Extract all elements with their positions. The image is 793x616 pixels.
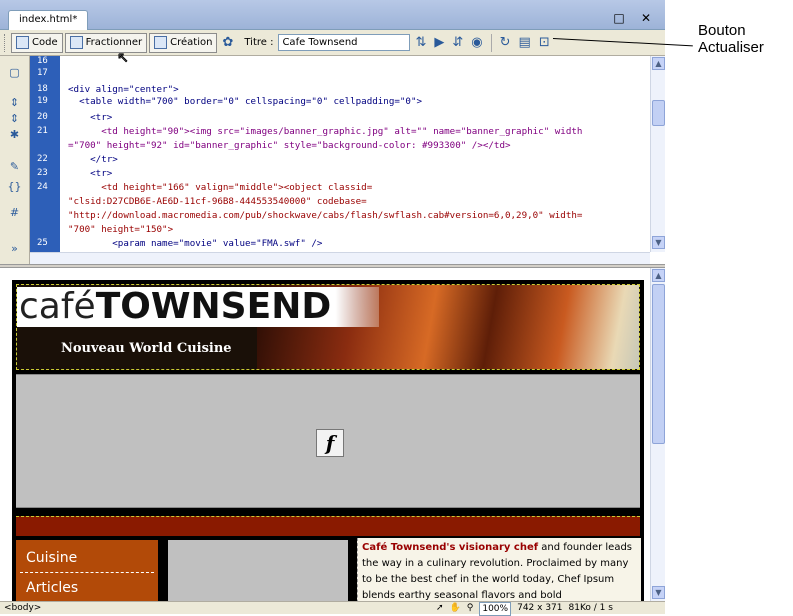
line-number: 17 [37, 68, 48, 78]
line-number: 21 [37, 126, 48, 136]
line-number: 25 [37, 238, 48, 248]
code-line: <td height="90"><img src="images/banner_… [68, 126, 583, 137]
code-line: <td height="166" valign="middle"><object… [68, 182, 373, 193]
code-view-button[interactable]: Code [11, 32, 63, 53]
site-logo: caféTOWNSEND [17, 287, 379, 327]
callout-line2: Actualiser [698, 39, 764, 56]
collapse-tag-icon[interactable]: ⇕ [7, 96, 22, 109]
body-bold-text: Café Townsend's visionary chef [362, 542, 539, 553]
logo-townsend: TOWNSEND [95, 286, 332, 327]
nav-item-cuisine[interactable]: Cuisine [26, 550, 77, 566]
code-line: <tr> [68, 112, 113, 123]
banner-graphic[interactable]: caféTOWNSEND Nouveau World Cuisine [16, 284, 640, 370]
document-tab[interactable]: index.html* [8, 10, 89, 30]
line-number: 22 [37, 154, 48, 164]
scroll-up-icon[interactable]: ▲ [652, 57, 665, 70]
line-number: 18 [37, 84, 48, 94]
document-toolbar: Code Fractionner Création ✿ Titre : ⇅ ▶ … [0, 30, 665, 56]
nav-column: Cuisine Articles [16, 540, 158, 601]
document-window: index.html* □ ✕ Code Fractionner Créatio… [0, 0, 665, 616]
open-documents-icon[interactable]: ▢ [7, 66, 22, 79]
refresh-icon[interactable]: ↻ [497, 35, 514, 50]
image-placeholder [168, 540, 348, 601]
scroll-down-icon[interactable]: ▼ [652, 236, 665, 249]
line-numbers-icon[interactable]: # [7, 206, 22, 219]
scroll-down-icon[interactable]: ▼ [652, 586, 665, 599]
mouse-cursor-icon: ↖ [117, 50, 130, 67]
logo-cafe: café [19, 286, 96, 327]
divider-bar [16, 516, 640, 536]
code-view-label: Code [32, 37, 58, 48]
preview-icon[interactable]: ▶ [431, 35, 447, 50]
select-parent-tag-icon[interactable]: ✎ [7, 160, 22, 173]
design-view-label: Création [170, 37, 213, 48]
page-preview: caféTOWNSEND Nouveau World Cuisine f Cui… [12, 280, 644, 601]
design-view-button[interactable]: Création [149, 32, 218, 53]
browser-icon[interactable]: ◉ [468, 35, 485, 50]
code-editor[interactable]: <div align="center"> <table width="700" … [60, 56, 650, 252]
code-line: <table width="700" border="0" cellspacin… [68, 96, 423, 107]
code-vertical-scrollbar[interactable]: ▲ ▼ [650, 56, 665, 252]
scroll-up-icon[interactable]: ▲ [652, 269, 665, 282]
code-line: </tr> [68, 154, 118, 165]
file-management-icon[interactable]: ⇅ [412, 35, 429, 50]
body-text[interactable]: Café Townsend's visionary chef and found… [357, 538, 641, 601]
code-line: ="700" height="92" id="banner_graphic" s… [68, 140, 511, 151]
design-view-icon [154, 36, 168, 49]
title-label: Titre : [244, 37, 274, 48]
code-pane[interactable]: ▢ ⇕ ⇕ ✱ ✎ {} # » 16 17 18 19 20 21 22 23… [0, 56, 665, 264]
check-page-icon[interactable]: ⇵ [449, 35, 466, 50]
code-line: <param name="movie" value="FMA.swf" /> [68, 238, 323, 249]
live-debug-icon[interactable]: ✿ [219, 35, 236, 50]
line-number: 19 [37, 96, 48, 106]
scroll-thumb[interactable] [652, 100, 665, 126]
view-options-icon[interactable]: ▤ [516, 35, 534, 50]
tagline: Nouveau World Cuisine [61, 341, 232, 356]
line-number: 24 [37, 182, 48, 192]
split-view-icon [69, 36, 83, 49]
document-tab-bar: index.html* □ ✕ [0, 0, 665, 30]
callout-label: Bouton Actualiser [698, 22, 764, 56]
toolbar-grip[interactable] [4, 33, 7, 52]
code-line: <div align="center"> [68, 84, 179, 95]
toolbar-separator [490, 33, 492, 52]
nav-divider [20, 572, 154, 573]
split-view-label: Fractionner [85, 37, 143, 48]
design-view[interactable]: caféTOWNSEND Nouveau World Cuisine f Cui… [0, 268, 650, 601]
collapse-selection-icon[interactable]: ⇕ [7, 112, 22, 125]
balance-braces-icon[interactable]: {} [7, 180, 22, 193]
window-controls[interactable]: □ ✕ [613, 11, 657, 25]
flash-icon: f [316, 429, 344, 457]
line-number-gutter: 16 17 18 19 20 21 22 23 24 25 [30, 56, 60, 252]
line-number: 16 [37, 56, 48, 66]
line-number: 23 [37, 168, 48, 178]
code-horizontal-scrollbar[interactable] [30, 252, 650, 264]
expand-all-icon[interactable]: ✱ [7, 128, 22, 141]
code-line: <tr> [68, 168, 113, 179]
tag-selector[interactable]: <body> [4, 602, 41, 614]
more-icon[interactable]: » [7, 242, 22, 255]
design-vertical-scrollbar[interactable]: ▲ ▼ [650, 268, 665, 601]
status-bar: <body> ➚ ✋ ⚲ 100% 742 x 371 81Ko / 1 s [0, 601, 665, 616]
split-view-button[interactable]: Fractionner [64, 32, 148, 53]
code-line: "http://download.macromedia.com/pub/shoc… [68, 210, 583, 221]
coding-toolbar: ▢ ⇕ ⇕ ✱ ✎ {} # » [0, 56, 30, 264]
visual-aids-icon[interactable]: ⊡ [536, 35, 553, 50]
scroll-thumb[interactable] [652, 284, 665, 444]
flash-placeholder[interactable]: f [16, 374, 640, 508]
callout-line1: Bouton [698, 22, 746, 39]
code-line: "clsid:D27CDB6E-AE6D-11cf-96B8-444553540… [68, 196, 367, 207]
code-line: "700" height="150"> [68, 224, 174, 235]
line-number: 20 [37, 112, 48, 122]
title-input[interactable] [278, 34, 411, 51]
code-view-icon [16, 36, 29, 49]
nav-item-articles[interactable]: Articles [26, 580, 78, 596]
